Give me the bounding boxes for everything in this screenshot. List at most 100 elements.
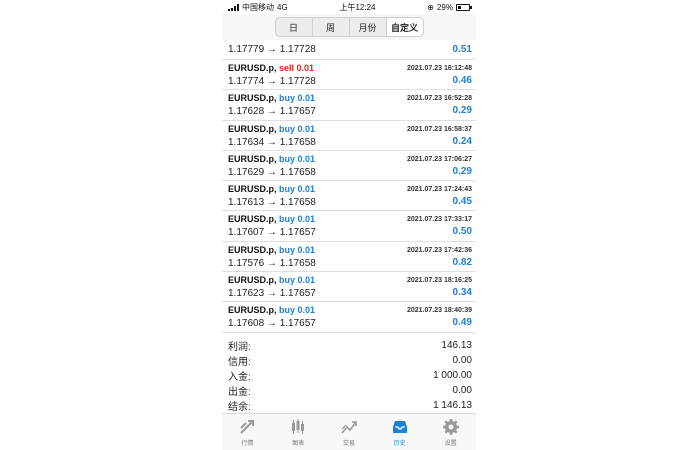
trade-row-partial[interactable]: 1.17779 → 1.17728 0.51 [222,40,476,60]
clock: 上午12:24 [339,2,376,12]
trade-symbol: EURUSD.p, [228,244,277,255]
summary-value: 1 000.00 [433,370,472,381]
trade-profit: 0.45 [452,196,472,208]
trade-row[interactable]: EURUSD.p, buy 0.01 2021.07.23 17:24:43 1.1… [222,181,476,212]
period-selector-bar: 日 周 月份 自定义 [222,14,476,40]
trade-symbol: EURUSD.p, [228,63,277,73]
nav-label: 图表 [292,440,305,447]
trade-symbol: EURUSD.p, [228,184,277,195]
summary-credit-row: 信用: 0.00 [222,353,476,368]
trade-datetime: 2021.07.23 16:58:37 [407,125,472,133]
trade-side: buy 0.01 [279,305,316,316]
trade-side: sell 0.01 [279,63,315,73]
summary-label: 出金: [228,387,251,398]
trade-profit: 0.46 [452,75,472,86]
trade-datetime: 2021.07.23 17:42:36 [407,246,472,254]
summary-value: 0.00 [452,385,472,396]
trade-title: EURUSD.p, buy 0.01 [228,305,315,315]
trade-prices: 1.17623 → 1.17657 [228,288,316,300]
status-bar: 中国移动 4G 上午12:24 ⊕ 29% [222,0,476,14]
trade-side: buy 0.01 [279,93,316,104]
trade-profit: 0.24 [452,135,472,147]
trade-profit: 0.34 [452,287,472,299]
trade-profit: 0.29 [452,165,472,177]
trade-prices: 1.17613 → 1.17658 [228,197,316,209]
trade-title: EURUSD.p, buy 0.01 [228,214,315,224]
account-summary: 利润: 146.13 信用: 0.00 入金: 1 000.00 出金: 0.00 结余… [222,338,476,413]
nav-label: 设置 [444,440,457,447]
trade-prices: 1.17608 → 1.17657 [228,318,316,330]
trade-title: EURUSD.p, buy 0.01 [228,93,315,103]
trade-title: EURUSD.p, buy 0.01 [228,275,315,285]
trade-datetime: 2021.07.23 17:06:27 [407,155,472,163]
summary-label: 入金: [228,372,251,383]
trade-title: EURUSD.p, buy 0.01 [228,154,315,164]
trade-side: buy 0.01 [279,275,316,286]
nav-label: 交易 [342,440,355,447]
trade-datetime: 2021.07.23 18:16:25 [407,277,472,285]
summary-label: 结余: [228,402,251,413]
trade-title: EURUSD.p, sell 0.01 [228,63,314,73]
nav-trade[interactable]: 交易 [324,414,375,450]
summary-deposit-row: 入金: 1 000.00 [222,368,476,383]
trade-prices: 1.17628 → 1.17657 [228,106,316,118]
trade-prices: 1.17576 → 1.17658 [228,257,316,269]
history-icon [392,420,407,433]
trade-symbol: EURUSD.p, [228,93,277,104]
summary-balance-row: 结余: 1 146.13 [222,398,476,413]
trade-datetime: 2021.07.23 16:52:28 [407,95,472,103]
battery-percent: 29% [436,2,453,12]
trade-row[interactable]: EURUSD.p, buy 0.01 2021.07.23 18:16:25 1.1… [222,272,476,303]
bottom-nav: 行情 图表 交易 历史 设置 [222,413,476,450]
chart-icon [292,418,305,434]
trade-symbol: EURUSD.p, [228,153,277,164]
trade-row[interactable]: EURUSD.p, buy 0.01 2021.07.23 17:42:36 1.1… [222,242,476,273]
summary-profit-row: 利润: 146.13 [222,338,476,353]
trade-title: EURUSD.p, buy 0.01 [228,124,315,134]
quotes-icon [240,419,255,434]
tab-custom[interactable]: 自定义 [385,18,423,36]
trade-prices: 1.17629 → 1.17658 [228,166,316,178]
network-label: 4G [277,2,288,12]
trade-side: buy 0.01 [279,123,316,134]
trade-side: buy 0.01 [279,184,316,195]
trade-icon [341,420,357,434]
summary-label: 利润: [228,342,251,353]
trade-profit: 0.82 [452,256,472,268]
trade-row[interactable]: EURUSD.p, buy 0.01 2021.07.23 17:06:27 1.1… [222,151,476,182]
trade-row[interactable]: EURUSD.p, buy 0.01 2021.07.23 17:33:17 1.1… [222,211,476,242]
tab-day[interactable]: 日 [276,18,312,36]
trade-row[interactable]: EURUSD.p, buy 0.01 2021.07.23 16:58:37 1.1… [222,121,476,151]
nav-history[interactable]: 历史 [374,414,425,450]
trade-prices: 1.17607 → 1.17657 [228,227,316,239]
trade-profit: 0.51 [452,44,472,55]
trade-title: EURUSD.p, buy 0.01 [228,245,315,255]
trade-symbol: EURUSD.p, [228,275,277,286]
trade-row[interactable]: EURUSD.p, buy 0.01 2021.07.23 18:40:39 1.1… [222,302,476,333]
trade-row[interactable]: EURUSD.p, buy 0.01 2021.07.23 16:52:28 1.1… [222,90,476,121]
trade-title: EURUSD.p, buy 0.01 [228,184,315,194]
carrier-label: 中国移动 [242,2,274,12]
trade-profit: 0.29 [452,105,472,117]
trade-symbol: EURUSD.p, [228,214,277,225]
trade-symbol: EURUSD.p, [228,123,277,134]
summary-value: 0.00 [452,355,472,366]
nav-settings[interactable]: 设置 [425,414,476,450]
summary-value: 1 146.13 [433,400,472,411]
phone-screen: 中国移动 4G 上午12:24 ⊕ 29% 日 周 月份 自定义 1.17779… [222,0,476,450]
tab-week[interactable]: 周 [311,18,349,36]
nav-chart[interactable]: 图表 [273,414,324,450]
trade-prices: 1.17634 → 1.17658 [228,136,316,148]
orientation-lock-icon: ⊕ [427,2,434,12]
tab-month[interactable]: 月份 [348,18,386,36]
nav-quotes[interactable]: 行情 [222,414,273,450]
signal-icon [228,3,239,11]
trade-side: buy 0.01 [279,214,316,225]
trade-datetime: 2021.07.23 18:40:39 [407,307,472,315]
trade-prices: 1.17774 → 1.17728 [228,76,316,87]
trade-row[interactable]: EURUSD.p, sell 0.01 2021.07.23 16:12:48 1.… [222,60,476,91]
period-segmented-control: 日 周 月份 自定义 [274,17,424,37]
trade-datetime: 2021.07.23 17:33:17 [407,216,472,224]
summary-label: 信用: [228,357,251,368]
trade-history-list: 1.17779 → 1.17728 0.51 EURUSD.p, sell 0.… [222,40,476,333]
